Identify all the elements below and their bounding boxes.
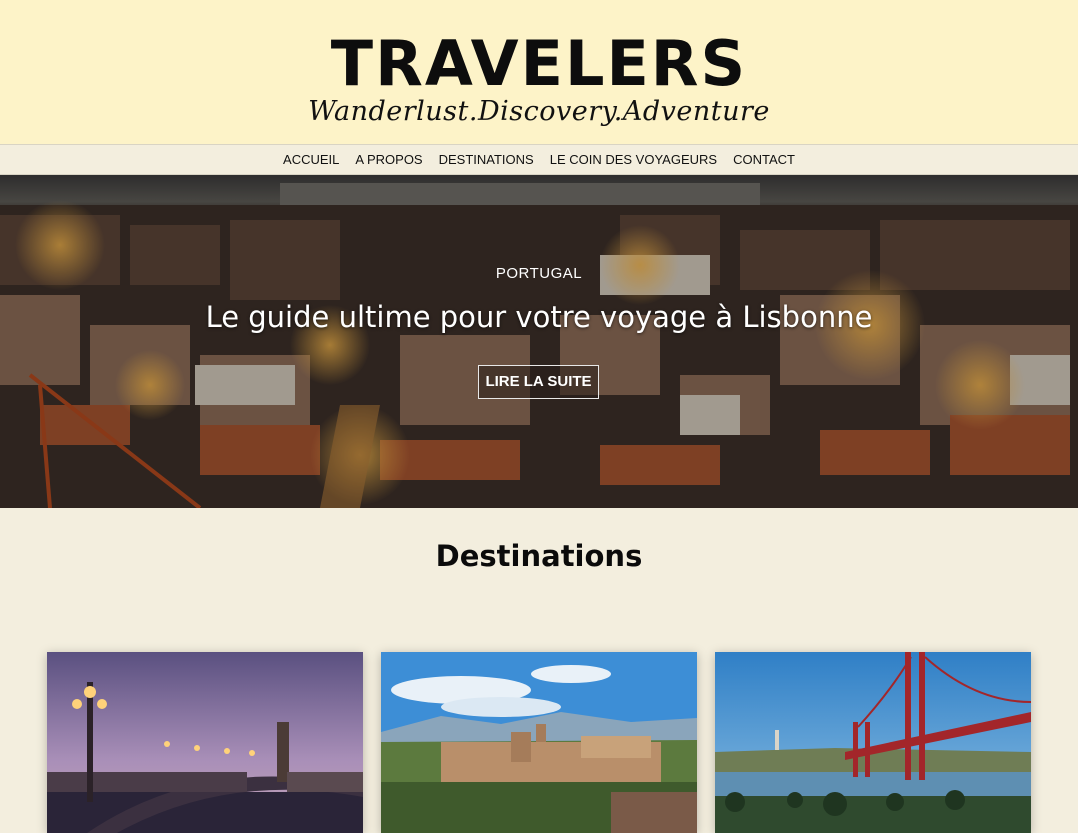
nav-item-coin-voyageurs[interactable]: LE COIN DES VOYAGEURS: [550, 152, 717, 167]
paris-bridge-image: [47, 652, 363, 833]
nav-item-a-propos[interactable]: A PROPOS: [355, 152, 422, 167]
hero-banner: PORTUGAL Le guide ultime pour votre voya…: [0, 175, 1078, 508]
site-header: TRAVELERS Wanderlust.Discovery.Adventure: [0, 0, 1078, 144]
hero-title[interactable]: Le guide ultime pour votre voyage à Lisb…: [0, 297, 1078, 337]
lisbon-bridge-image: [715, 652, 1031, 833]
nav-item-accueil[interactable]: ACCUEIL: [283, 152, 339, 167]
destination-cards: [47, 652, 1031, 833]
destination-card-paris[interactable]: [47, 652, 363, 833]
destination-card-granada[interactable]: [381, 652, 697, 833]
nav-item-contact[interactable]: CONTACT: [733, 152, 795, 167]
hero-overlay: [0, 175, 1078, 508]
site-tagline: Wanderlust.Discovery.Adventure: [308, 96, 770, 127]
site-logo-title[interactable]: TRAVELERS: [0, 28, 1078, 100]
nav-item-destinations[interactable]: DESTINATIONS: [439, 152, 534, 167]
read-more-button[interactable]: LIRE LA SUITE: [478, 365, 599, 399]
destination-card-lisbon[interactable]: [715, 652, 1031, 833]
main-nav: ACCUEIL A PROPOS DESTINATIONS LE COIN DE…: [0, 144, 1078, 175]
alhambra-image: [381, 652, 697, 833]
destinations-heading: Destinations: [435, 539, 643, 573]
hero-category[interactable]: PORTUGAL: [0, 265, 1078, 282]
